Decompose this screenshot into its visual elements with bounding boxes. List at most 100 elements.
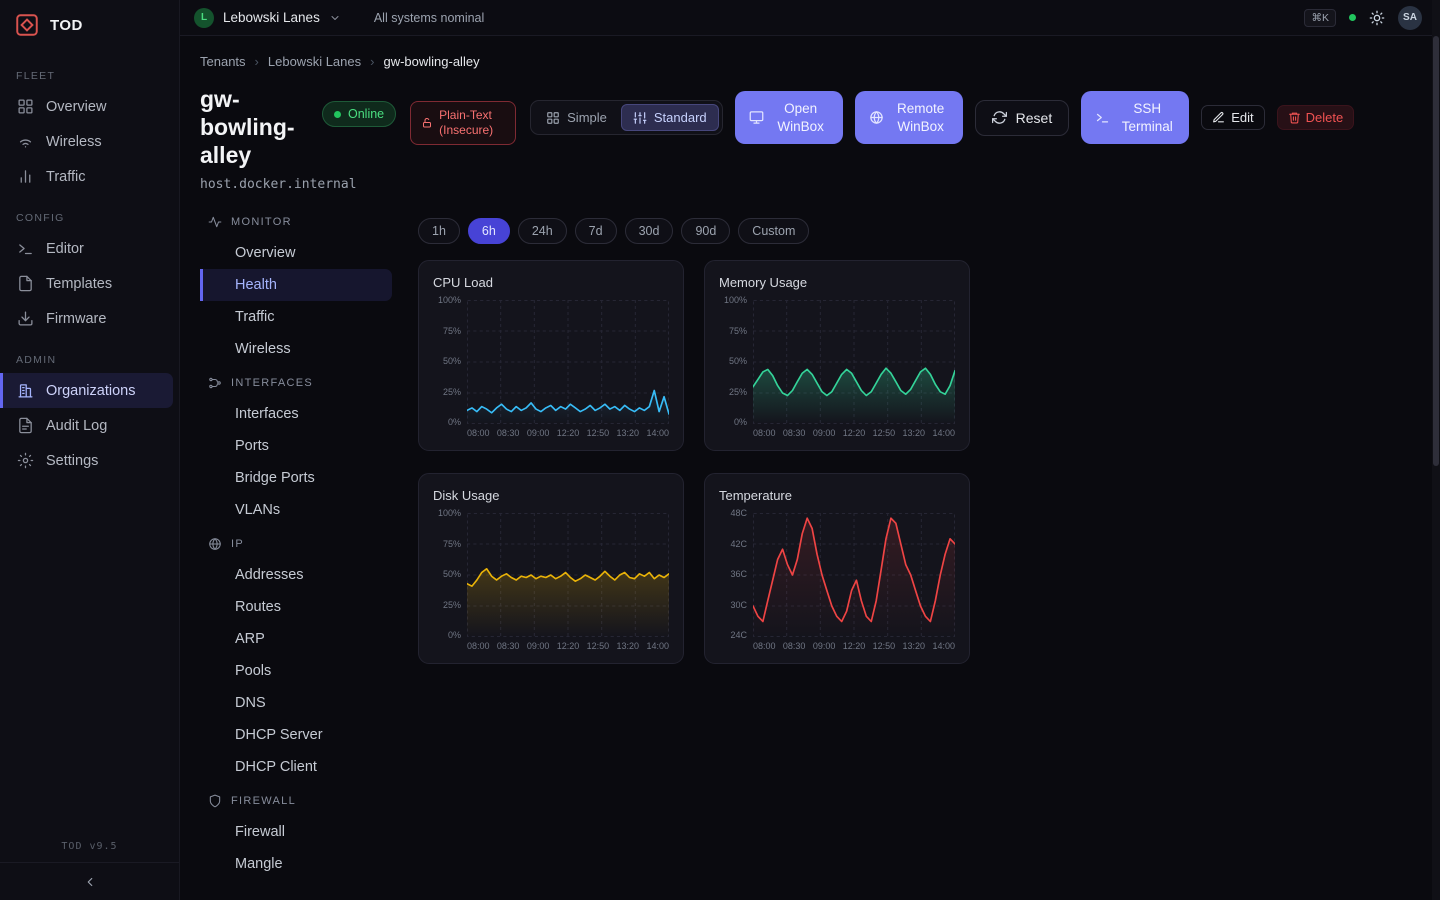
view-mode-standard[interactable]: Standard xyxy=(621,104,719,131)
sidebar-footer: TOD v9.5 xyxy=(0,841,179,900)
sidebar-item-wireless[interactable]: Wireless xyxy=(0,124,173,159)
ssh-terminal-button[interactable]: SSH Terminal xyxy=(1081,91,1189,144)
trash-icon xyxy=(1288,111,1301,124)
delete-button[interactable]: Delete xyxy=(1277,105,1355,130)
refresh-icon xyxy=(992,110,1007,125)
device-nav-item-addresses[interactable]: Addresses xyxy=(200,559,392,591)
security-warning-label: Plain-Text (Insecure) xyxy=(439,108,505,138)
sidebar-section-admin: ADMIN xyxy=(16,354,163,366)
chart-x-axis: 08:0008:3009:0012:2012:5013:2014:00 xyxy=(467,641,669,651)
device-nav-item-routes[interactable]: Routes xyxy=(200,591,392,623)
device-nav-item-dns[interactable]: DNS xyxy=(200,687,392,719)
chart-plot: 08:0008:3009:0012:2012:5013:2014:00 xyxy=(753,513,955,651)
reset-button[interactable]: Reset xyxy=(975,100,1070,136)
sidebar-item-label: Firmware xyxy=(46,311,106,327)
sidebar-item-label: Audit Log xyxy=(46,418,107,434)
shield-icon xyxy=(208,794,222,808)
time-range-90d[interactable]: 90d xyxy=(681,218,730,244)
device-nav-item-vlans[interactable]: VLANs xyxy=(200,494,392,526)
sidebar-item-overview[interactable]: Overview xyxy=(0,89,173,124)
view-mode-toggle: Simple Standard xyxy=(530,100,723,135)
device-nav-section-monitor: MONITOR xyxy=(200,204,392,237)
edit-button[interactable]: Edit xyxy=(1201,105,1264,130)
device-nav-item-bridge-ports[interactable]: Bridge Ports xyxy=(200,462,392,494)
time-range-7d[interactable]: 7d xyxy=(575,218,617,244)
device-nav-item-overview[interactable]: Overview xyxy=(200,237,392,269)
device-nav-item-traffic[interactable]: Traffic xyxy=(200,301,392,333)
device-nav-section-ip: IP xyxy=(200,526,392,559)
device-nav-item-interfaces[interactable]: Interfaces xyxy=(200,398,392,430)
device-header: gw-bowling-alley host.docker.internal On… xyxy=(200,85,1416,192)
chart-icon xyxy=(17,168,34,185)
time-range-30d[interactable]: 30d xyxy=(625,218,674,244)
device-nav-item-firewall[interactable]: Firewall xyxy=(200,816,392,848)
chart-canvas xyxy=(753,513,955,637)
charts-grid: CPU Load 100%75%50%25%0% 08:0008:3009:0012… xyxy=(418,260,970,664)
tenant-selector[interactable]: Lebowski Lanes xyxy=(223,10,320,25)
chart-y-axis: 100%75%50%25%0% xyxy=(719,295,753,427)
sidebar-item-settings[interactable]: Settings xyxy=(0,443,173,478)
device-nav-item-mangle[interactable]: Mangle xyxy=(200,848,392,880)
breadcrumb-item-tenants[interactable]: Tenants xyxy=(200,54,246,69)
download-icon xyxy=(17,310,34,327)
building-icon xyxy=(17,382,34,399)
tenant-avatar: L xyxy=(194,8,214,28)
app-logo-icon xyxy=(14,12,40,38)
unlock-icon xyxy=(421,117,433,129)
sidebar-item-editor[interactable]: Editor xyxy=(0,231,173,266)
page-scrollbar[interactable] xyxy=(1432,0,1440,900)
device-nav-item-arp[interactable]: ARP xyxy=(200,623,392,655)
device-nav-item-health[interactable]: Health xyxy=(200,269,392,301)
device-body: MONITOROverviewHealthTrafficWirelessINTE… xyxy=(200,204,1416,880)
device-title-block: gw-bowling-alley host.docker.internal xyxy=(200,85,320,192)
topbar-right: ⌘K SA xyxy=(1304,6,1422,30)
wifi-icon xyxy=(17,133,34,150)
device-nav-item-dhcp-server[interactable]: DHCP Server xyxy=(200,719,392,751)
sidebar-item-organizations[interactable]: Organizations xyxy=(0,373,173,408)
online-label: Online xyxy=(348,107,384,121)
time-range-6h[interactable]: 6h xyxy=(468,218,510,244)
sidebar-item-traffic[interactable]: Traffic xyxy=(0,159,173,194)
command-palette-shortcut[interactable]: ⌘K xyxy=(1304,9,1336,27)
terminal-icon xyxy=(17,240,34,257)
sidebar-item-audit-log[interactable]: Audit Log xyxy=(0,408,173,443)
chart-x-axis: 08:0008:3009:0012:2012:5013:2014:00 xyxy=(467,428,669,438)
file-icon xyxy=(17,275,34,292)
globe-icon xyxy=(869,110,884,125)
device-nav-item-wireless[interactable]: Wireless xyxy=(200,333,392,365)
branch-icon xyxy=(208,376,222,390)
chart-y-axis: 48C42C36C30C24C xyxy=(719,508,753,640)
chevron-down-icon[interactable] xyxy=(329,12,341,24)
view-mode-simple[interactable]: Simple xyxy=(534,104,619,131)
device-nav-item-ports[interactable]: Ports xyxy=(200,430,392,462)
chart-title: Disk Usage xyxy=(433,488,669,503)
breadcrumb-item-lebowski-lanes[interactable]: Lebowski Lanes xyxy=(268,54,361,69)
topbar-left: L Lebowski Lanes All systems nominal xyxy=(194,8,484,28)
device-nav-item-pools[interactable]: Pools xyxy=(200,655,392,687)
chart-canvas xyxy=(467,300,669,424)
logo-row: TOD xyxy=(0,0,179,52)
breadcrumb-separator: › xyxy=(255,54,259,69)
scrollbar-thumb[interactable] xyxy=(1433,36,1439,466)
device-badges: Online Plain-Text (Insecure) xyxy=(322,101,516,145)
sidebar-item-firmware[interactable]: Firmware xyxy=(0,301,173,336)
time-range-24h[interactable]: 24h xyxy=(518,218,567,244)
app-name: TOD xyxy=(50,17,83,34)
chart-canvas xyxy=(753,300,955,424)
sidebar-item-label: Editor xyxy=(46,241,84,257)
time-range-custom[interactable]: Custom xyxy=(738,218,809,244)
online-status-badge: Online xyxy=(322,101,396,127)
sidebar-section-config: CONFIG xyxy=(16,212,163,224)
sidebar-nav: FLEETOverviewWirelessTrafficCONFIGEditor… xyxy=(0,52,179,841)
sidebar-item-templates[interactable]: Templates xyxy=(0,266,173,301)
sidebar-item-label: Settings xyxy=(46,453,98,469)
open-winbox-button[interactable]: Open WinBox xyxy=(735,91,843,144)
sidebar-collapse-button[interactable] xyxy=(0,862,179,900)
device-nav-item-dhcp-client[interactable]: DHCP Client xyxy=(200,751,392,783)
theme-toggle-sun-icon[interactable] xyxy=(1369,10,1385,26)
remote-winbox-button[interactable]: Remote WinBox xyxy=(855,91,963,144)
chart-card-memory-usage: Memory Usage100%75%50%25%0%08:0008:3009:… xyxy=(704,260,970,451)
time-range-1h[interactable]: 1h xyxy=(418,218,460,244)
chart-title: CPU Load xyxy=(433,275,669,290)
user-avatar[interactable]: SA xyxy=(1398,6,1422,30)
